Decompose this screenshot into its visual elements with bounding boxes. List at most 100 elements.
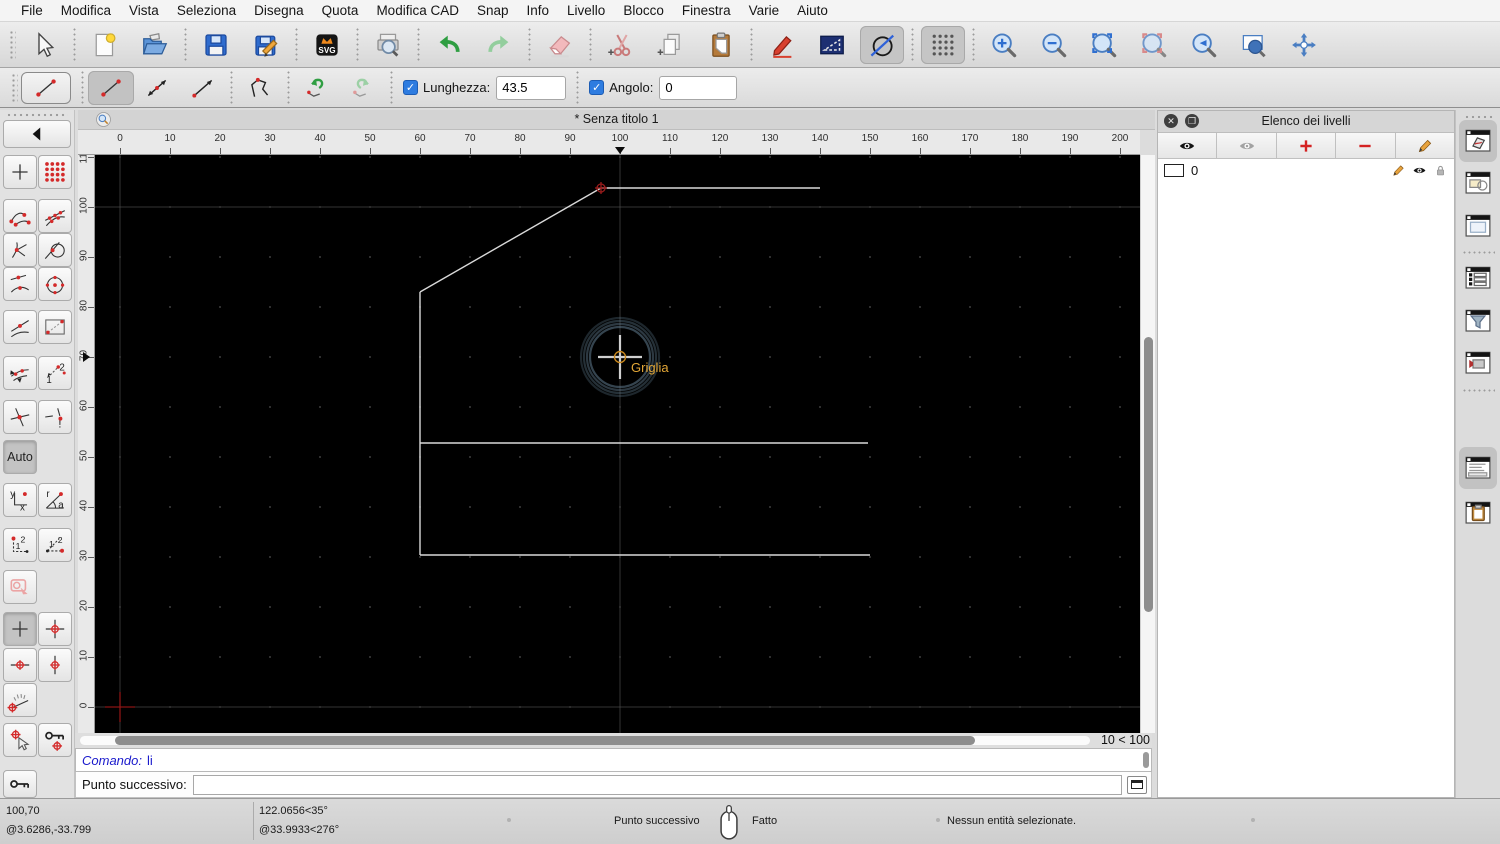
remove-layer-button[interactable] (1336, 133, 1396, 158)
menu-item-file[interactable]: File (12, 3, 52, 18)
eraser-button[interactable] (538, 25, 582, 65)
pan-button[interactable] (1282, 25, 1326, 65)
zoom-page-button[interactable] (1232, 25, 1276, 65)
zoom-previous-button[interactable] (1182, 25, 1226, 65)
dock-clipboard-button[interactable] (1461, 497, 1495, 529)
redo-segment-button[interactable] (340, 71, 386, 105)
grid-button[interactable] (921, 25, 965, 64)
free-angle-button[interactable] (3, 683, 37, 717)
line-angle-button[interactable] (134, 71, 180, 105)
snap-free-button[interactable] (3, 155, 37, 189)
menu-item-info[interactable]: Info (518, 3, 559, 18)
menu-item-varie[interactable]: Varie (740, 3, 789, 18)
angle-checkbox[interactable]: ✓ (589, 80, 605, 95)
dock-block-list-button[interactable] (1461, 167, 1495, 199)
pen-button[interactable] (760, 25, 804, 65)
menu-item-livello[interactable]: Livello (558, 3, 614, 18)
palette-drag-handle[interactable] (6, 112, 68, 118)
redo-button[interactable] (477, 25, 521, 65)
collapse-palette-button[interactable] (3, 120, 71, 148)
snap-center-button[interactable] (38, 267, 72, 301)
keyboard-focus-button[interactable] (1127, 775, 1147, 794)
hide-all-layers-button[interactable] (1217, 133, 1277, 158)
zoom-in-button[interactable] (982, 25, 1026, 65)
layer-edit-icon[interactable] (1391, 163, 1406, 178)
snap-reference-button[interactable] (38, 310, 72, 344)
relative-cartesian-button[interactable]: 12 (3, 528, 37, 562)
vertical-scrollbar-thumb[interactable] (1144, 337, 1153, 612)
command-history-scrollbar[interactable] (1143, 752, 1149, 768)
polyline-button[interactable] (237, 71, 283, 105)
zoom-out-button[interactable] (1032, 25, 1076, 65)
layer-visibility-icon[interactable] (1412, 163, 1427, 178)
restrict-nothing-button[interactable] (3, 612, 37, 646)
length-checkbox[interactable]: ✓ (403, 80, 418, 95)
menu-item-snap[interactable]: Snap (468, 3, 518, 18)
menu-item-blocco[interactable]: Blocco (614, 3, 673, 18)
toolbar-drag-handle[interactable] (11, 72, 18, 103)
command-input[interactable] (192, 774, 1122, 795)
snap-perpendicular-button[interactable] (3, 233, 37, 267)
horizontal-scrollbar[interactable]: 10 < 100 (75, 733, 1152, 748)
edit-layer-button[interactable] (1395, 133, 1455, 158)
lock-relative-zero-button[interactable] (38, 723, 72, 757)
snap-auto-button[interactable]: Auto (3, 440, 37, 474)
selection-button[interactable] (810, 25, 854, 65)
menu-item-finestra[interactable]: Finestra (673, 3, 740, 18)
length-input[interactable] (496, 75, 567, 100)
relative-polar-button[interactable]: 12 (38, 528, 72, 562)
dock-layer-list-button[interactable] (1459, 120, 1497, 162)
circle-line-button[interactable] (860, 25, 904, 64)
restrict-orthogonal-button[interactable] (38, 612, 72, 646)
selection-window-button[interactable] (3, 570, 37, 604)
menu-item-modifica[interactable]: Modifica (52, 3, 120, 18)
snap-middle-button[interactable] (3, 310, 37, 344)
order-points-button[interactable]: 12 (38, 356, 72, 390)
snap-intersection-button[interactable] (3, 400, 37, 434)
snap-distance-button[interactable] (3, 267, 37, 301)
snap-grid-button[interactable] (38, 155, 72, 189)
dock-library-browser-button[interactable] (1461, 210, 1495, 242)
menu-item-disegna[interactable]: Disegna (245, 3, 313, 18)
print-preview-button[interactable] (366, 25, 410, 65)
undo-button[interactable] (427, 25, 471, 65)
copy-button[interactable] (649, 25, 693, 65)
restrict-horizontal-button[interactable] (3, 648, 37, 682)
drawing-canvas[interactable]: Griglia (95, 155, 1140, 733)
line-button[interactable] (88, 70, 134, 105)
save-as-button[interactable] (244, 25, 288, 65)
pointer-button[interactable] (22, 25, 66, 65)
new-file-button[interactable] (83, 25, 127, 65)
add-layer-button[interactable] (1276, 133, 1337, 158)
horizontal-scrollbar-thumb[interactable] (115, 736, 975, 745)
svg-export-button[interactable]: SVG (305, 25, 349, 65)
restrict-angle-button[interactable] (3, 356, 37, 390)
open-file-button[interactable] (133, 25, 177, 65)
zoom-auto-button[interactable] (1082, 25, 1126, 65)
dock-command-line-button[interactable] (1459, 447, 1497, 489)
layer-lock-icon[interactable] (1433, 163, 1448, 178)
toolbar-drag-handle[interactable] (9, 29, 16, 60)
menu-item-seleziona[interactable]: Seleziona (168, 3, 245, 18)
zoom-window-button[interactable] (1132, 25, 1176, 65)
snap-intersection-manual-button[interactable]: ! (38, 400, 72, 434)
menu-item-quota[interactable]: Quota (313, 3, 368, 18)
relative-zero-key-button[interactable] (3, 770, 37, 798)
menu-item-vista[interactable]: Vista (120, 3, 168, 18)
dock-command-options-button[interactable] (1461, 262, 1495, 294)
vertical-scrollbar[interactable] (1140, 155, 1155, 733)
coords-cartesian-button[interactable]: yx (3, 483, 37, 517)
coords-polar-button[interactable]: ra (38, 483, 72, 517)
cut-button[interactable] (599, 25, 643, 65)
snap-on-entity-button[interactable] (38, 199, 72, 233)
show-all-layers-button[interactable] (1158, 133, 1218, 158)
dock-drag-handle[interactable] (1464, 114, 1494, 119)
menu-item-modifica-cad[interactable]: Modifica CAD (367, 3, 468, 18)
dock-filter-button[interactable] (1461, 305, 1495, 337)
layer-row[interactable]: 0 (1158, 159, 1454, 182)
ray-button[interactable] (180, 71, 226, 105)
paste-button[interactable] (699, 25, 743, 65)
dock-fullscreen-button[interactable] (1461, 347, 1495, 379)
layer-swatch[interactable] (1164, 164, 1184, 177)
command-history[interactable]: Comando: li (75, 748, 1152, 772)
